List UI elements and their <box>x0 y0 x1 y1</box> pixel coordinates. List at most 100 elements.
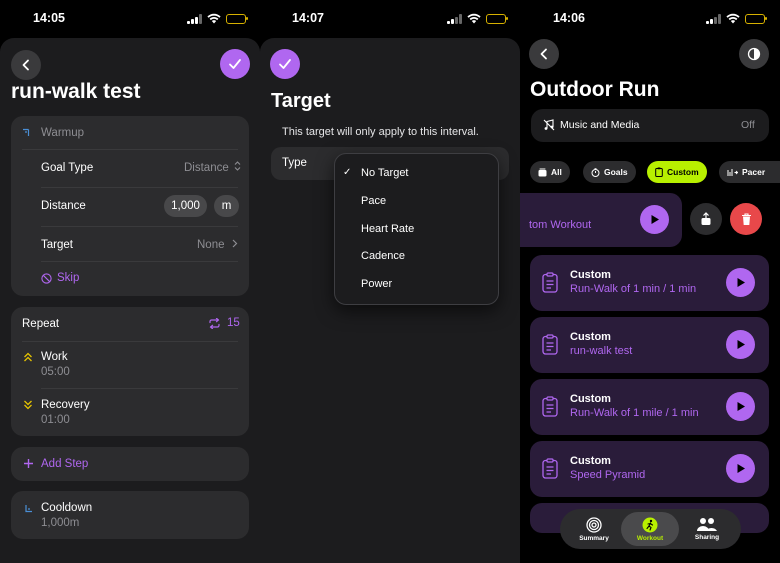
music-label: Music and Media <box>560 119 640 131</box>
chip-goals[interactable]: Goals <box>583 161 636 183</box>
tab-sharing[interactable]: Sharing <box>678 512 736 546</box>
clipboard-icon <box>542 458 558 479</box>
workout-name: Custom <box>570 393 611 405</box>
activity-rings-icon <box>586 516 602 533</box>
play-button[interactable] <box>726 330 755 359</box>
chip-label: Pacer <box>742 167 766 177</box>
target-type-menu: ✓ No Target Pace Heart Rate Cadence Powe… <box>334 153 499 305</box>
wifi-icon <box>725 13 740 24</box>
chip-label: Custom <box>667 167 699 177</box>
workout-name: Custom <box>570 455 611 467</box>
skip-label: Skip <box>57 272 80 284</box>
chevron-updown-icon <box>234 161 241 171</box>
battery-icon <box>485 13 508 24</box>
plus-icon <box>24 459 33 468</box>
swiped-workout-label: tom Workout <box>529 219 592 231</box>
add-step-button[interactable]: Add Step <box>11 447 249 481</box>
menu-item-cadence[interactable]: Cadence <box>361 250 405 262</box>
recovery-label: Recovery <box>41 399 90 411</box>
cooldown-card[interactable]: Cooldown 1,000m <box>11 491 249 539</box>
distance-input[interactable]: 1,000 <box>164 195 207 217</box>
workout-card[interactable]: Custom run-walk test <box>530 317 769 373</box>
checkmark-icon: ✓ <box>343 167 352 178</box>
play-button[interactable] <box>726 392 755 421</box>
status-icons <box>706 13 767 24</box>
music-off-icon <box>543 119 555 131</box>
people-icon <box>697 518 717 531</box>
workout-subtitle: Run-Walk of 1 mile / 1 min <box>570 407 699 419</box>
chip-label: Goals <box>604 167 628 177</box>
checkmark-icon <box>229 59 241 69</box>
play-icon <box>737 402 745 411</box>
confirm-button[interactable] <box>270 49 300 79</box>
trash-icon <box>741 212 751 225</box>
target-select[interactable]: None <box>197 239 238 251</box>
status-bar: 14:07 <box>260 0 520 36</box>
type-label: Type <box>282 157 307 169</box>
status-time: 14:05 <box>33 11 65 25</box>
status-icons <box>447 13 508 24</box>
status-bar: 14:06 <box>520 0 780 36</box>
workout-card[interactable]: Custom Run-Walk of 1 mile / 1 min <box>530 379 769 435</box>
chip-all[interactable]: All <box>530 161 570 183</box>
clipboard-icon <box>542 272 558 293</box>
workout-name: Custom <box>570 269 611 281</box>
menu-item-power[interactable]: Power <box>361 278 392 290</box>
clipboard-icon <box>542 334 558 355</box>
wifi-icon <box>206 13 221 24</box>
menu-item-heart-rate[interactable]: Heart Rate <box>361 223 414 235</box>
goal-type-select[interactable]: Distance <box>184 161 241 174</box>
page-title: run-walk test <box>11 80 141 103</box>
play-button[interactable] <box>726 454 755 483</box>
chevron-double-up-icon <box>24 352 32 362</box>
status-bar: 14:05 <box>0 0 260 36</box>
stack-icon <box>538 168 547 176</box>
chip-pacer[interactable]: Pacer <box>719 161 780 183</box>
signal-icon <box>706 13 721 24</box>
chip-label: All <box>551 167 562 177</box>
wifi-icon <box>466 13 481 24</box>
cooldown-icon <box>25 505 32 513</box>
cooldown-label: Cooldown <box>41 502 93 514</box>
back-button[interactable] <box>11 50 41 80</box>
repeat-count: 15 <box>227 317 240 329</box>
chevron-double-down-icon <box>24 400 32 410</box>
chip-custom[interactable]: Custom <box>647 161 707 183</box>
play-button[interactable] <box>640 205 669 234</box>
music-media-row[interactable]: Music and Media Off <box>531 109 769 142</box>
target-picker-screen: 14:07 Target This target will only apply… <box>260 0 520 563</box>
half-circle-icon <box>747 47 761 61</box>
distance-label: Distance <box>41 200 86 212</box>
share-button[interactable] <box>690 203 722 235</box>
chevron-left-icon <box>540 48 547 60</box>
play-icon <box>737 464 745 473</box>
add-step-label: Add Step <box>41 458 89 470</box>
target-subtitle: This target will only apply to this inte… <box>282 126 479 138</box>
status-time: 14:06 <box>553 11 585 25</box>
distance-unit-button[interactable]: m <box>214 195 239 217</box>
target-label: Target <box>41 239 73 251</box>
tab-summary[interactable]: Summary <box>565 512 623 546</box>
goal-type-label: Goal Type <box>41 162 94 174</box>
display-mode-button[interactable] <box>739 39 769 69</box>
skip-button[interactable]: Skip <box>41 272 79 284</box>
confirm-button[interactable] <box>220 49 250 79</box>
play-button[interactable] <box>726 268 755 297</box>
menu-item-no-target[interactable]: No Target <box>361 167 409 179</box>
workout-card[interactable]: Custom Run-Walk of 1 min / 1 min <box>530 255 769 311</box>
chevron-left-icon <box>22 59 29 71</box>
workout-editor-screen: 14:05 run-walk test Warmup Goal Type Dis… <box>0 0 260 563</box>
menu-item-pace[interactable]: Pace <box>361 195 386 207</box>
tab-workout[interactable]: Workout <box>621 512 679 546</box>
back-button[interactable] <box>529 39 559 69</box>
delete-button[interactable] <box>730 203 762 235</box>
swiped-workout-card[interactable]: tom Workout <box>520 193 682 247</box>
music-value: Off <box>741 119 755 131</box>
workout-card[interactable]: Custom Speed Pyramid <box>530 441 769 497</box>
pacer-icon <box>727 168 738 176</box>
target-value: None <box>197 239 225 251</box>
warmup-icon <box>23 128 30 136</box>
signal-icon <box>447 13 462 24</box>
signal-icon <box>187 13 202 24</box>
repeat-count-button[interactable]: 15 <box>208 317 240 329</box>
